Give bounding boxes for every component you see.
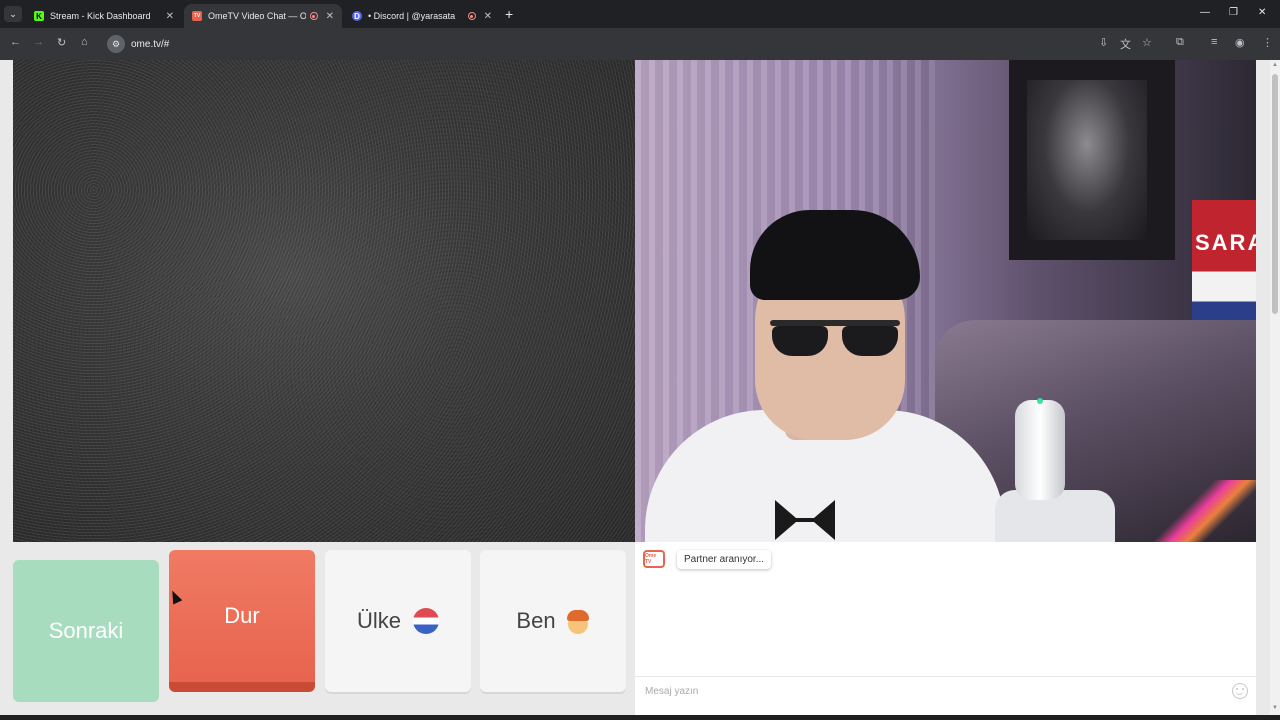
status-message: Partner aranıyor... xyxy=(677,550,772,569)
close-window-icon[interactable]: ✕ xyxy=(1258,7,1266,18)
country-button-label: Ülke xyxy=(356,608,401,633)
page-scrollbar[interactable]: ▲ ▼ xyxy=(1270,60,1280,715)
netherlands-flag-icon xyxy=(413,608,439,634)
tab-discord[interactable]: D • Discord | @yarasata ✕ xyxy=(344,4,500,28)
address-bar[interactable]: ⚙ ome.tv/# xyxy=(103,32,1163,56)
recording-icon xyxy=(467,12,476,20)
close-icon[interactable]: ✕ xyxy=(166,11,174,22)
message-input[interactable] xyxy=(643,685,1207,698)
me-button-label: Ben xyxy=(516,608,556,633)
translate-icon[interactable]: 文 xyxy=(1120,36,1131,52)
home-icon[interactable]: ⌂ xyxy=(81,36,88,48)
restore-icon[interactable]: ❐ xyxy=(1229,7,1238,18)
scroll-up-icon[interactable]: ▲ xyxy=(1272,62,1278,68)
microphone xyxy=(1015,400,1065,500)
next-button[interactable]: Sonraki xyxy=(13,560,159,702)
scroll-down-icon[interactable]: ▼ xyxy=(1272,705,1278,711)
next-button-label: Sonraki xyxy=(48,618,124,643)
tab-kick-dashboard[interactable]: K Stream - Kick Dashboard ✕ xyxy=(26,4,182,28)
emoji-picker-icon[interactable] xyxy=(1232,683,1248,699)
kick-icon: K xyxy=(34,11,44,21)
discord-icon: D xyxy=(352,11,362,21)
me-button[interactable]: Ben xyxy=(480,550,626,692)
reload-icon[interactable]: ↻ xyxy=(57,36,66,49)
close-icon[interactable]: ✕ xyxy=(326,11,334,22)
extensions-icon[interactable]: ⧉ xyxy=(1176,36,1184,49)
back-icon[interactable]: ← xyxy=(10,36,21,48)
install-app-icon[interactable]: ⇩ xyxy=(1099,36,1108,49)
stop-button[interactable]: Dur xyxy=(169,550,315,692)
tab-title: • Discord | @yarasata xyxy=(368,11,456,21)
site-info-icon[interactable]: ⚙ xyxy=(107,35,125,53)
partner-video xyxy=(13,60,635,542)
flag-text: SARAY xyxy=(1195,230,1256,255)
browser-toolbar: ← → ↻ ⌂ ⚙ ome.tv/# ⇩ 文 ☆ ⧉ ≡ ◉ ⋮ xyxy=(0,28,1280,60)
forward-icon[interactable]: → xyxy=(33,36,44,48)
recording-icon xyxy=(310,12,318,20)
tab-search-button[interactable]: ⌄ xyxy=(4,6,22,22)
boy-emoji-icon xyxy=(566,608,590,634)
taskbar-edge xyxy=(0,715,1280,720)
country-button[interactable]: Ülke xyxy=(325,550,471,692)
media-control-icon[interactable]: ≡ xyxy=(1211,36,1217,48)
bookmark-star-icon[interactable]: ☆ xyxy=(1142,36,1152,49)
self-camera-video: SARAY xyxy=(635,60,1256,542)
wall-flag xyxy=(1192,200,1256,330)
stop-button-label: Dur xyxy=(224,603,260,628)
static-noise xyxy=(13,60,635,542)
neon-light xyxy=(1145,480,1256,542)
close-icon[interactable]: ✕ xyxy=(484,11,492,22)
chat-panel: Ome TV Partner aranıyor... xyxy=(635,542,1256,715)
message-bar xyxy=(635,676,1256,706)
ometv-page: SARAY Sonraki Dur Ülke Ben Ome TV Partne… xyxy=(0,60,1270,715)
new-tab-button[interactable]: + xyxy=(505,6,513,22)
ometv-logo-icon: Ome TV xyxy=(643,550,665,568)
url-text: ome.tv/# xyxy=(131,38,170,50)
profile-icon[interactable]: ◉ xyxy=(1235,36,1245,49)
menu-kebab-icon[interactable]: ⋮ xyxy=(1262,36,1273,49)
scroll-thumb[interactable] xyxy=(1272,74,1278,314)
minimize-icon[interactable]: — xyxy=(1200,7,1210,18)
tab-title: Stream - Kick Dashboard xyxy=(50,11,151,21)
sunglasses xyxy=(770,320,900,360)
browser-tab-bar: ⌄ K Stream - Kick Dashboard ✕ TV OmeTV V… xyxy=(0,0,1280,28)
wall-poster xyxy=(1009,60,1175,260)
mic-led xyxy=(1037,398,1043,404)
tab-title: OmeTV Video Chat — Ome xyxy=(208,11,307,21)
tab-ometv[interactable]: TV OmeTV Video Chat — Ome ✕ xyxy=(184,4,342,28)
ometv-icon: TV xyxy=(192,11,202,21)
